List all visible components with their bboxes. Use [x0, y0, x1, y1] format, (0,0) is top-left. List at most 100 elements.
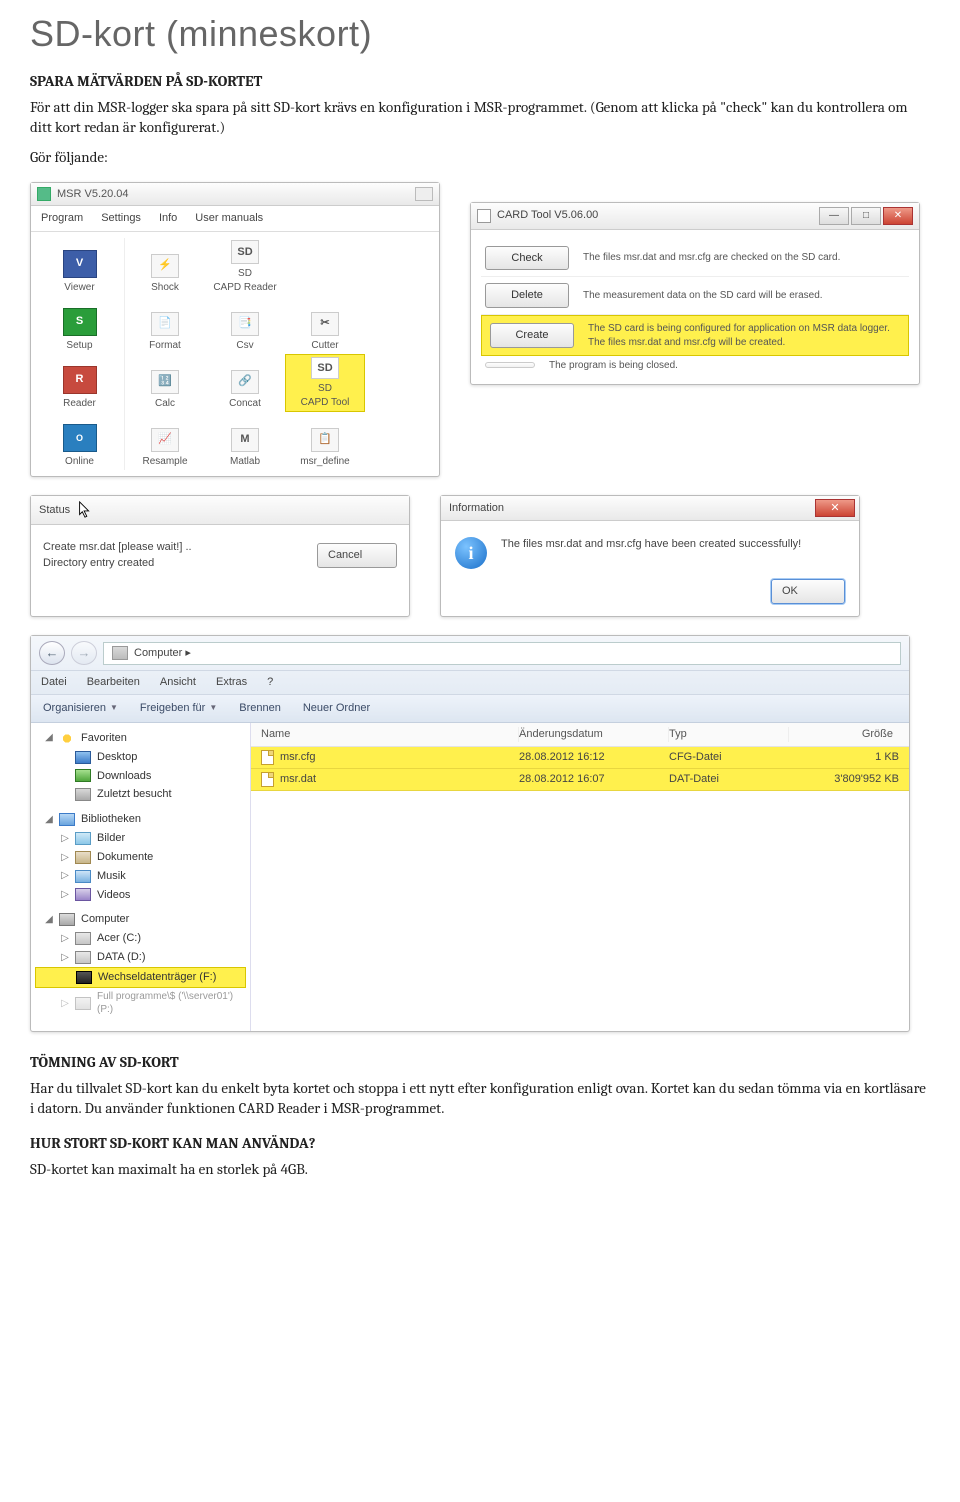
star-icon: [59, 732, 75, 745]
brennen-button[interactable]: Brennen: [239, 701, 281, 716]
close-button[interactable]: ✕: [815, 499, 855, 517]
setup-button[interactable]: SSetup: [35, 296, 125, 354]
col-date[interactable]: Änderungsdatum: [519, 727, 669, 742]
empty-cell: [365, 412, 445, 470]
libraries-group[interactable]: ◢Bibliotheken: [35, 810, 246, 829]
delete-button[interactable]: Delete: [485, 283, 569, 308]
reader-button[interactable]: RReader: [35, 354, 125, 412]
viewer-button[interactable]: VViewer: [35, 238, 125, 296]
msr-define-icon: 📋: [311, 428, 339, 452]
freigeben-button[interactable]: Freigeben für▼: [140, 701, 217, 716]
titlebar[interactable]: CARD Tool V5.06.00 — □ ✕: [471, 203, 919, 230]
menu-program[interactable]: Program: [41, 211, 83, 226]
calc-icon: 🔢: [151, 370, 179, 394]
status-dialog: Status Create msr.dat [please wait!] .. …: [30, 495, 410, 617]
drive-icon: [75, 951, 91, 964]
delete-desc: The measurement data on the SD card will…: [583, 289, 905, 303]
menu-info[interactable]: Info: [159, 211, 177, 226]
section-para: För att din MSR-logger ska spara på sitt…: [30, 97, 930, 138]
menu-extras[interactable]: Extras: [216, 675, 247, 690]
titlebar[interactable]: MSR V5.20.04: [31, 183, 439, 207]
tree-item-recent[interactable]: Zuletzt besucht: [35, 785, 246, 804]
menu-user-manuals[interactable]: User manuals: [195, 211, 263, 226]
explorer-toolbar: Organisieren▼ Freigeben für▼ Brennen Neu…: [31, 695, 909, 722]
close-button[interactable]: ✕: [883, 207, 913, 225]
usb-drive-icon: [76, 971, 92, 984]
tree-item-desktop[interactable]: Desktop: [35, 748, 246, 767]
menu-bearbeiten[interactable]: Bearbeiten: [87, 675, 140, 690]
drive-icon: [75, 932, 91, 945]
ok-button[interactable]: OK: [771, 579, 845, 604]
concat-icon: 🔗: [231, 370, 259, 394]
forward-button[interactable]: →: [71, 641, 97, 665]
tree-item-d-drive[interactable]: ▷DATA (D:): [35, 948, 246, 967]
menu-help[interactable]: ?: [267, 675, 273, 690]
tree-item-c-drive[interactable]: ▷Acer (C:): [35, 929, 246, 948]
col-size[interactable]: Größe: [789, 727, 899, 742]
section-heading-tomning: TÖMNING AV SD-KORT: [30, 1052, 930, 1072]
col-name[interactable]: Name: [261, 727, 519, 742]
check-row: Check The files msr.dat and msr.cfg are …: [481, 240, 909, 278]
desktop-icon: [75, 751, 91, 764]
resample-icon: 📈: [151, 428, 179, 452]
section-heading-storlek: HUR STORT SD-KORT KAN MAN ANVÄNDA?: [30, 1133, 930, 1153]
calc-button[interactable]: 🔢Calc: [125, 354, 205, 412]
tree-item-bilder[interactable]: ▷Bilder: [35, 829, 246, 848]
empty-cell: [365, 238, 445, 296]
msr-define-button[interactable]: 📋msr_define: [285, 412, 365, 470]
cancel-button[interactable]: Cancel: [317, 543, 397, 568]
file-row-msrdat[interactable]: msr.dat 28.08.2012 16:07 DAT-Datei 3'809…: [251, 769, 909, 791]
computer-icon: [59, 913, 75, 926]
maximize-button[interactable]: □: [851, 207, 881, 225]
check-button[interactable]: Check: [485, 246, 569, 271]
online-button[interactable]: OOnline: [35, 412, 125, 470]
back-button[interactable]: ←: [39, 641, 65, 665]
titlebar[interactable]: Status: [31, 496, 409, 525]
organisieren-button[interactable]: Organisieren▼: [43, 701, 118, 716]
tree-item-dokumente[interactable]: ▷Dokumente: [35, 848, 246, 867]
tree-item-videos[interactable]: ▷Videos: [35, 886, 246, 905]
resample-button[interactable]: 📈Resample: [125, 412, 205, 470]
computer-group[interactable]: ◢Computer: [35, 910, 246, 929]
tree-item-musik[interactable]: ▷Musik: [35, 867, 246, 886]
minimize-button[interactable]: [415, 187, 433, 201]
tree-item-downloads[interactable]: Downloads: [35, 767, 246, 786]
minimize-button[interactable]: —: [819, 207, 849, 225]
reader-icon: R: [63, 366, 97, 394]
shock-button[interactable]: ⚡Shock: [125, 238, 205, 296]
tree-item-f-drive[interactable]: Wechseldatenträger (F:): [35, 967, 246, 988]
col-type[interactable]: Typ: [669, 727, 789, 742]
titlebar[interactable]: Information ✕: [441, 496, 859, 521]
close-row: The program is being closed.: [481, 356, 909, 374]
capd-reader-button[interactable]: SDSD CAPD Reader: [205, 238, 285, 296]
concat-button[interactable]: 🔗Concat: [205, 354, 285, 412]
column-headers[interactable]: Name Änderungsdatum Typ Größe: [251, 723, 909, 747]
msr-launcher-window: MSR V5.20.04 Program Settings Info User …: [30, 182, 440, 478]
capd-tool-button[interactable]: SDSD CAPD Tool: [285, 354, 365, 412]
cutter-button[interactable]: ✂Cutter: [285, 296, 365, 354]
menu-datei[interactable]: Datei: [41, 675, 67, 690]
neuer-ordner-button[interactable]: Neuer Ordner: [303, 701, 370, 716]
videos-icon: [75, 888, 91, 901]
info-icon: i: [455, 537, 487, 569]
documents-icon: [75, 851, 91, 864]
format-button[interactable]: 📄Format: [125, 296, 205, 354]
launcher-grid: VViewer ⚡Shock SDSD CAPD Reader SSetup 📄…: [31, 232, 439, 476]
window-title: CARD Tool V5.06.00: [497, 208, 598, 223]
menu-ansicht[interactable]: Ansicht: [160, 675, 196, 690]
close-desc: The program is being closed.: [549, 359, 905, 373]
info-message: The files msr.dat and msr.cfg have been …: [501, 537, 845, 552]
menu-settings[interactable]: Settings: [101, 211, 141, 226]
file-row-msrcfg[interactable]: msr.cfg 28.08.2012 16:12 CFG-Datei 1 KB: [251, 747, 909, 769]
csv-button[interactable]: 📑Csv: [205, 296, 285, 354]
viewer-icon: V: [63, 250, 97, 278]
empty-cell: [285, 238, 365, 296]
window-title: MSR V5.20.04: [57, 187, 129, 202]
create-button[interactable]: Create: [490, 323, 574, 348]
favorites-group[interactable]: ◢Favoriten: [35, 729, 246, 748]
close-button-row[interactable]: [485, 362, 535, 368]
matlab-button[interactable]: MMatlab: [205, 412, 285, 470]
breadcrumb[interactable]: Computer ▸: [103, 642, 901, 665]
tree-item-network-drive[interactable]: ▷Full programme\$ ('\\server01') (P:): [35, 988, 246, 1019]
create-row: Create The SD card is being configured f…: [481, 315, 909, 356]
